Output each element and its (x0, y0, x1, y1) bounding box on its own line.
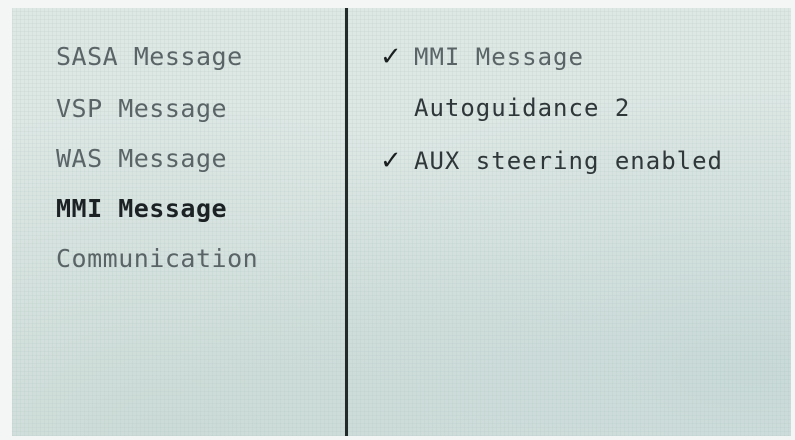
checkmark-icon: ✓ (380, 146, 403, 176)
option-label: MMI Message (414, 43, 584, 71)
menu-item-mmi-message[interactable]: MMI Message (56, 194, 227, 223)
menu-item-vsp-message[interactable]: VSP Message (56, 94, 227, 123)
menu-item-communication[interactable]: Communication (56, 244, 258, 273)
menu-item-sasa-message[interactable]: SASA Message (56, 42, 243, 71)
menu-list: SASA Message VSP Message WAS Message MMI… (12, 8, 345, 436)
option-label: Autoguidance 2 (414, 94, 631, 122)
options-panel: ✓ MMI Message Autoguidance 2 ✓ AUX steerin… (348, 8, 791, 436)
option-aux-steering-enabled[interactable]: ✓ AUX steering enabled (380, 146, 723, 176)
option-mmi-message[interactable]: ✓ MMI Message (380, 42, 584, 72)
photo-frame: SASA Message VSP Message WAS Message MMI… (0, 0, 795, 440)
option-label: AUX steering enabled (414, 147, 723, 175)
checkmark-icon: ✓ (380, 42, 403, 72)
menu-item-was-message[interactable]: WAS Message (56, 144, 227, 173)
option-autoguidance-2[interactable]: Autoguidance 2 (380, 94, 630, 122)
display-screen: SASA Message VSP Message WAS Message MMI… (12, 8, 791, 436)
